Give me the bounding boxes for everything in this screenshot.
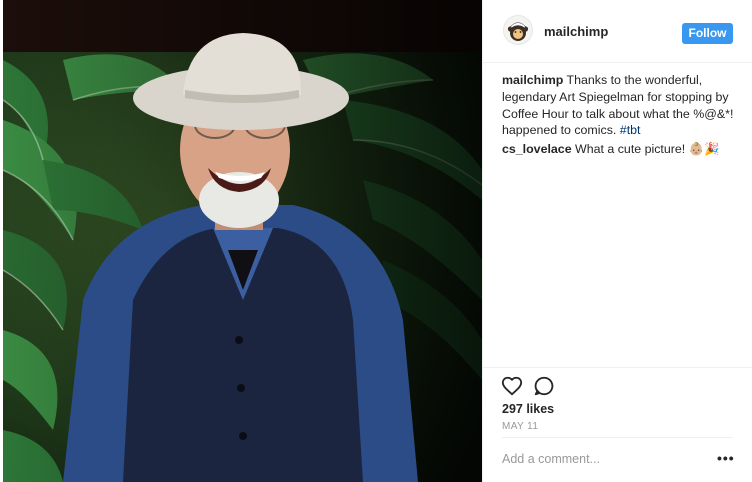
comment-divider [502,437,733,438]
mailchimp-freddie-logo-icon [504,16,532,44]
comment-item: cs_lovelace What a cute picture! 👶🏼🎉 [502,141,738,158]
like-button[interactable] [501,375,523,397]
hashtag-link[interactable]: #tbt [620,123,641,137]
comment-username[interactable]: cs_lovelace [502,142,572,156]
post-date[interactable]: MAY 11 [502,421,538,432]
caption: mailchimp Thanks to the wonderful, legen… [502,72,738,139]
comment-emoji: 👶🏼🎉 [688,142,720,157]
comment-button[interactable] [533,375,555,397]
post-username[interactable]: mailchimp [544,24,608,39]
add-comment-input[interactable] [502,452,702,466]
post-photo[interactable] [3,0,482,482]
avatar[interactable] [503,15,533,45]
comment-icon [534,376,554,396]
photo-image [3,0,482,482]
likes-count[interactable]: 297 likes [502,402,554,416]
comments-list: mailchimp Thanks to the wonderful, legen… [502,72,738,160]
follow-button[interactable]: Follow [682,23,733,44]
comment-text: What a cute picture! [571,142,689,157]
heart-icon [501,376,523,396]
post-sidebar: mailchimp Follow mailchimp Thanks to the… [482,0,752,482]
actions-divider [483,367,752,368]
more-options-button[interactable]: ••• [717,450,735,466]
caption-username[interactable]: mailchimp [502,73,563,87]
post-header: mailchimp Follow [483,0,752,63]
